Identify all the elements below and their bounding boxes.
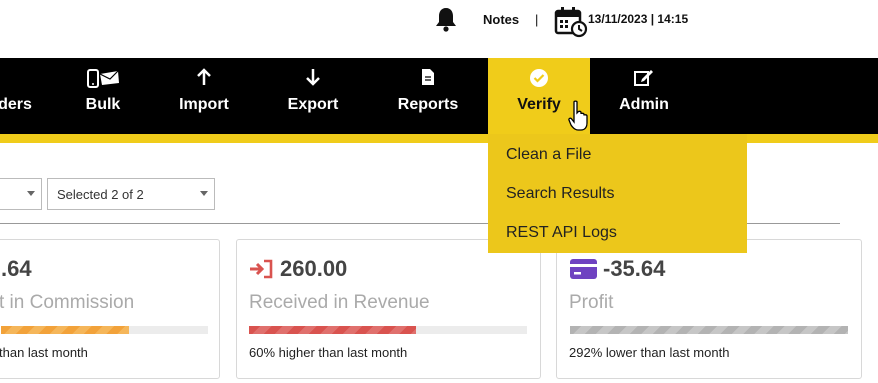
progress-bar xyxy=(1,326,208,334)
profit-card: -35.64 Profit 292% lower than last month xyxy=(556,239,862,379)
card-label: t in Commission xyxy=(0,292,135,313)
bell-icon[interactable] xyxy=(432,5,460,33)
separator: | xyxy=(535,12,539,27)
chevron-down-icon xyxy=(200,191,208,196)
filter-select-2[interactable]: Selected 2 of 2 xyxy=(47,178,215,210)
card-value: 260.00 xyxy=(280,256,348,281)
commission-card: .64 t in Commission than last month xyxy=(0,239,220,379)
card-note: 292% lower than last month xyxy=(569,345,730,360)
progress-fill xyxy=(249,326,416,334)
calendar-clock-icon xyxy=(554,7,588,38)
nav-export[interactable]: Export xyxy=(276,58,350,134)
progress-fill xyxy=(1,326,130,334)
filter-select-1[interactable] xyxy=(0,178,42,210)
progress-bar xyxy=(570,326,848,334)
sign-in-icon xyxy=(250,259,273,279)
card-label: Profit xyxy=(569,292,614,313)
nav-label: Import xyxy=(179,96,229,113)
nav-label: Admin xyxy=(619,96,669,113)
nav-label: Reports xyxy=(397,96,459,113)
arrow-down-icon xyxy=(306,69,320,86)
nav-label: ders xyxy=(0,96,32,113)
select-value: Selected 2 of 2 xyxy=(57,187,144,202)
notes-link[interactable]: Notes xyxy=(483,12,519,27)
nav-admin[interactable]: Admin xyxy=(610,58,678,134)
nav-reports[interactable]: Reports xyxy=(388,58,468,134)
menu-item-search-results[interactable]: Search Results xyxy=(506,185,615,203)
nav-label: Bulk xyxy=(85,96,121,113)
nav-orders[interactable]: ders xyxy=(0,58,40,134)
nav-label: Export xyxy=(287,96,339,113)
verify-dropdown-menu: Clean a File Search Results REST API Log… xyxy=(488,134,747,253)
edit-icon xyxy=(634,70,653,86)
card-value: -35.64 xyxy=(603,256,666,281)
datetime: 13/11/2023 | 14:15 xyxy=(588,12,689,26)
menu-item-clean-a-file[interactable]: Clean a File xyxy=(506,146,591,164)
progress-fill xyxy=(570,326,848,334)
credit-card-icon xyxy=(570,259,597,279)
check-circle-icon xyxy=(530,69,548,87)
chevron-down-icon xyxy=(27,191,35,196)
top-bar: Notes | 13/11/2023 | 14:15 xyxy=(0,0,878,58)
card-value: .64 xyxy=(1,256,32,281)
arrow-up-icon xyxy=(197,68,211,85)
document-icon xyxy=(422,69,434,85)
phone-mail-icon xyxy=(87,69,119,88)
hand-cursor-icon xyxy=(568,100,588,131)
nav-bulk[interactable]: Bulk xyxy=(70,58,136,134)
card-label: Received in Revenue xyxy=(249,292,430,313)
card-note: 60% higher than last month xyxy=(249,345,408,360)
revenue-card: 260.00 Received in Revenue 60% higher th… xyxy=(236,239,541,379)
main-nav: ders Bulk Import Export Reports Verify A… xyxy=(0,58,878,134)
progress-bar xyxy=(249,326,527,334)
card-note: than last month xyxy=(0,345,88,360)
nav-import[interactable]: Import xyxy=(168,58,240,134)
menu-item-rest-api-logs[interactable]: REST API Logs xyxy=(506,224,617,242)
